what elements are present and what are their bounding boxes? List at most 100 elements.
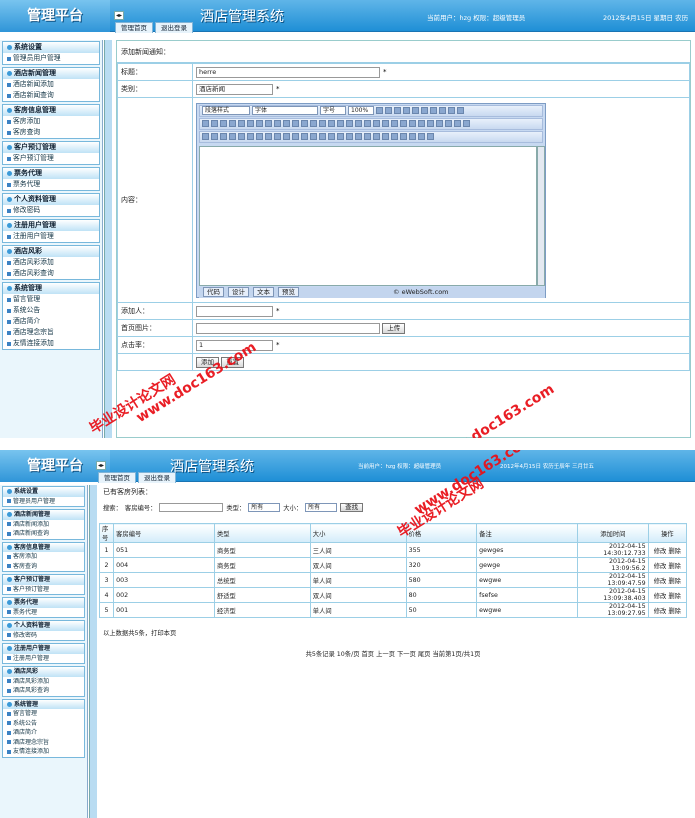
sidebar-item[interactable]: 系统公告 xyxy=(3,305,99,316)
sidebar-section-title[interactable]: 票务代理 xyxy=(3,598,84,608)
size-select[interactable]: 所有 xyxy=(305,502,338,512)
editor-tool-icon[interactable] xyxy=(229,120,236,127)
collapse-toggle-icon[interactable]: ◂▸ xyxy=(114,11,124,20)
sidebar-item[interactable]: 客房查询 xyxy=(3,562,84,572)
subscript-icon[interactable] xyxy=(421,107,428,114)
sidebar-item[interactable]: 修改密码 xyxy=(3,631,84,641)
editor-tool-icon[interactable] xyxy=(427,133,434,140)
editor-tool-icon[interactable] xyxy=(328,120,335,127)
editor-content-area[interactable] xyxy=(199,145,537,286)
editor-tool-icon[interactable] xyxy=(265,120,272,127)
sidebar-item[interactable]: 客房查询 xyxy=(3,127,99,138)
title-input[interactable]: herre xyxy=(196,66,380,78)
sidebar-section-title[interactable]: 客户预订管理 xyxy=(3,575,84,585)
mode-design-tab[interactable]: 设计 xyxy=(228,287,249,297)
underline-icon[interactable] xyxy=(394,107,401,114)
sidebar-item[interactable]: 酒店理念宗旨 xyxy=(3,738,84,748)
sidebar-item[interactable]: 客户预订管理 xyxy=(3,153,99,164)
sidebar-section-title[interactable]: 客房信息管理 xyxy=(3,105,99,116)
sidebar-item[interactable]: 酒店新闻查询 xyxy=(3,90,99,101)
sidebar-section-title[interactable]: 注册用户管理 xyxy=(3,644,84,654)
sidebar-section-title[interactable]: 个人资料管理 xyxy=(3,621,84,631)
sidebar-item[interactable]: 客房添加 xyxy=(3,116,99,127)
delete-link[interactable]: 删除 xyxy=(668,563,681,570)
editor-tool-icon[interactable] xyxy=(247,133,254,140)
edit-link[interactable]: 修改 xyxy=(654,548,667,555)
mode-text-tab[interactable]: 文本 xyxy=(253,287,274,297)
mode-preview-tab[interactable]: 预览 xyxy=(278,287,299,297)
mode-code-tab[interactable]: 代码 xyxy=(203,287,224,297)
sidebar-item[interactable]: 酒店新闻查询 xyxy=(3,529,84,539)
editor-tool-icon[interactable] xyxy=(220,133,227,140)
sidebar-item[interactable]: 管理员用户管理 xyxy=(3,497,84,507)
sidebar-section-title[interactable]: 客户预订管理 xyxy=(3,142,99,153)
editor-tool-icon[interactable] xyxy=(292,120,299,127)
editor-tool-icon[interactable] xyxy=(211,133,218,140)
sidebar-scrollbar[interactable] xyxy=(89,485,97,818)
room-no-input[interactable] xyxy=(159,502,224,512)
sidebar-section-title[interactable]: 酒店新闻管理 xyxy=(3,510,84,520)
editor-tool-icon[interactable] xyxy=(355,120,362,127)
editor-tool-icon[interactable] xyxy=(436,120,443,127)
sidebar-section-title[interactable]: 注册用户管理 xyxy=(3,220,99,231)
sidebar-item[interactable]: 酒店风彩查询 xyxy=(3,686,84,696)
sidebar-scrollbar[interactable] xyxy=(104,40,112,438)
editor-tool-icon[interactable] xyxy=(454,120,461,127)
editor-tool-icon[interactable] xyxy=(346,120,353,127)
delete-link[interactable]: 删除 xyxy=(668,593,681,600)
editor-tool-icon[interactable] xyxy=(283,133,290,140)
editor-tool-icon[interactable] xyxy=(373,120,380,127)
editor-tool-icon[interactable] xyxy=(247,120,254,127)
sidebar-section-title[interactable]: 酒店新闻管理 xyxy=(3,68,99,79)
para-style-select[interactable]: 段落样式 xyxy=(202,106,250,115)
editor-tool-icon[interactable] xyxy=(364,120,371,127)
sidebar-section-title[interactable]: 个人资料管理 xyxy=(3,194,99,205)
editor-tool-icon[interactable] xyxy=(391,133,398,140)
editor-tool-icon[interactable] xyxy=(382,133,389,140)
sidebar-item[interactable]: 客房添加 xyxy=(3,552,84,562)
category-input[interactable]: 酒店新闻 xyxy=(196,83,273,95)
edit-link[interactable]: 修改 xyxy=(654,563,667,570)
italic-icon[interactable] xyxy=(385,107,392,114)
sidebar-item[interactable]: 留言管理 xyxy=(3,294,99,305)
editor-tool-icon[interactable] xyxy=(292,133,299,140)
sidebar-item[interactable]: 留言管理 xyxy=(3,709,84,719)
zoom-select[interactable]: 100% xyxy=(348,106,374,115)
editor-tool-icon[interactable] xyxy=(445,120,452,127)
sidebar-item[interactable]: 酒店风彩查询 xyxy=(3,268,99,279)
collapse-toggle-icon[interactable]: ◂▸ xyxy=(96,461,106,470)
type-select[interactable]: 所有 xyxy=(248,502,281,512)
tab-logout[interactable]: 退出登录 xyxy=(155,22,193,33)
sidebar-item[interactable]: 友情连接添加 xyxy=(3,338,99,349)
sidebar-item[interactable]: 酒店风彩添加 xyxy=(3,257,99,268)
sidebar-item[interactable]: 酒店简介 xyxy=(3,728,84,738)
editor-tool-icon[interactable] xyxy=(364,133,371,140)
editor-tool-icon[interactable] xyxy=(238,120,245,127)
editor-tool-icon[interactable] xyxy=(409,120,416,127)
sidebar-item[interactable]: 酒店风彩添加 xyxy=(3,677,84,687)
editor-tool-icon[interactable] xyxy=(463,120,470,127)
editor-tool-icon[interactable] xyxy=(274,133,281,140)
editor-tool-icon[interactable] xyxy=(211,120,218,127)
superscript-icon[interactable] xyxy=(412,107,419,114)
editor-tool-icon[interactable] xyxy=(337,133,344,140)
sidebar-section-title[interactable]: 系统设置 xyxy=(3,487,84,497)
editor-tool-icon[interactable] xyxy=(256,120,263,127)
editor-tool-icon[interactable] xyxy=(274,120,281,127)
size-select[interactable]: 字号 xyxy=(320,106,346,115)
edit-link[interactable]: 修改 xyxy=(654,608,667,615)
sidebar-item[interactable]: 酒店理念宗旨 xyxy=(3,327,99,338)
sidebar-item[interactable]: 酒店新闻添加 xyxy=(3,79,99,90)
sidebar-section-title[interactable]: 票务代理 xyxy=(3,168,99,179)
sidebar-item[interactable]: 酒店简介 xyxy=(3,316,99,327)
align-left-icon[interactable] xyxy=(430,107,437,114)
delete-link[interactable]: 删除 xyxy=(668,608,681,615)
align-center-icon[interactable] xyxy=(439,107,446,114)
editor-tool-icon[interactable] xyxy=(310,120,317,127)
editor-tool-icon[interactable] xyxy=(301,120,308,127)
sidebar-item[interactable]: 票务代理 xyxy=(3,179,99,190)
sidebar-item[interactable]: 注册用户管理 xyxy=(3,231,99,242)
pagination[interactable]: 共5条记录 10条/页 首页 上一页 下一页 尾页 当前第1页/共1页 xyxy=(99,649,687,658)
editor-tool-icon[interactable] xyxy=(418,120,425,127)
bold-icon[interactable] xyxy=(376,107,383,114)
